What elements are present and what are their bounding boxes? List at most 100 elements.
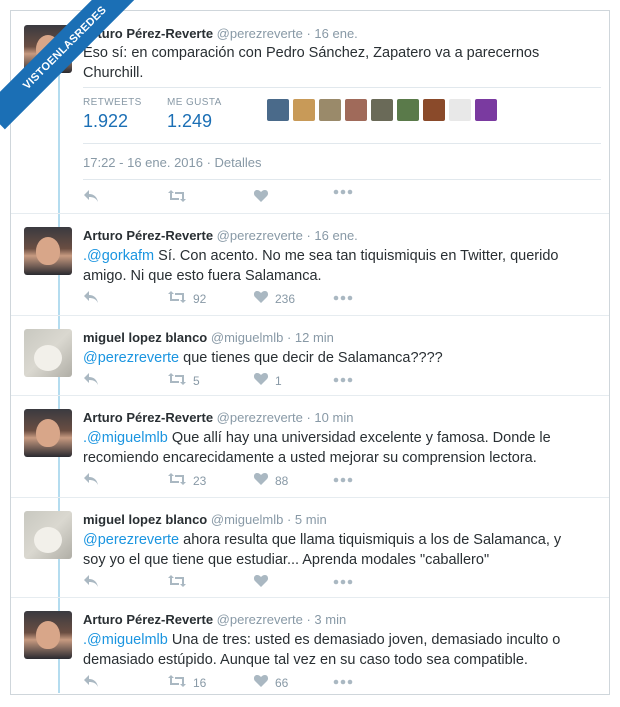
- tweet-text: .@gorkafm Sí. Con acento. No me sea tan …: [83, 246, 583, 286]
- more-button[interactable]: [333, 574, 353, 588]
- tweet-header: miguel lopez blanco @miguelmlb · 12 min: [83, 330, 334, 345]
- reply-button[interactable]: [83, 372, 99, 389]
- divider: [83, 143, 601, 144]
- reply-tweet[interactable]: Arturo Pérez-Reverte @perezreverte · 3 m…: [11, 599, 611, 695]
- tweet-stats: RETWEETS 1.922 ME GUSTA 1.249: [83, 87, 583, 137]
- retweet-icon: [168, 190, 186, 202]
- retweet-button[interactable]: 5: [167, 372, 200, 389]
- tweet-time[interactable]: · 12 min: [287, 330, 334, 345]
- more-icon: [333, 372, 353, 386]
- retweet-button[interactable]: 23: [167, 472, 206, 489]
- like-button[interactable]: 236: [253, 290, 295, 307]
- tweet-text: .@miguelmlb Que allí hay una universidad…: [83, 428, 583, 468]
- retweet-button[interactable]: [167, 574, 193, 591]
- like-button[interactable]: [253, 574, 275, 591]
- mention-link[interactable]: @perezreverte: [83, 532, 179, 548]
- retweet-button[interactable]: [167, 189, 187, 203]
- tweet-separator: [11, 315, 609, 316]
- reply-button[interactable]: [83, 574, 99, 591]
- tweet-header: Arturo Pérez-Reverte @perezreverte · 10 …: [83, 410, 353, 425]
- mention-link[interactable]: .@gorkafm: [83, 248, 154, 264]
- reply-tweet[interactable]: miguel lopez blanco @miguelmlb · 12 min …: [11, 317, 611, 395]
- liker-avatar[interactable]: [267, 99, 289, 121]
- tweet-text: .@miguelmlb Una de tres: usted es demasi…: [83, 630, 583, 670]
- tweet-dateline[interactable]: 17:22 - 16 ene. 2016 · Detalles: [83, 155, 262, 170]
- tweet-time[interactable]: · 16 ene.: [306, 228, 357, 243]
- tweet-time[interactable]: · 5 min: [287, 512, 327, 527]
- heart-icon: [253, 290, 269, 307]
- liker-avatar[interactable]: [475, 99, 497, 121]
- avatar[interactable]: [24, 409, 72, 457]
- more-button[interactable]: [333, 472, 353, 486]
- author-name[interactable]: Arturo Pérez-Reverte: [83, 410, 213, 425]
- reply-button[interactable]: [83, 674, 99, 691]
- tweet-actions: 16 66: [83, 674, 383, 690]
- tweet-header: Arturo Pérez-Reverte @perezreverte · 16 …: [83, 26, 358, 41]
- reply-button[interactable]: [83, 189, 99, 203]
- author-handle[interactable]: @perezreverte: [217, 26, 303, 41]
- reply-icon: [83, 290, 99, 307]
- tweet-actions: 23 88: [83, 472, 383, 488]
- reply-icon: [84, 190, 98, 202]
- reply-tweet[interactable]: Arturo Pérez-Reverte @perezreverte · 16 …: [11, 215, 611, 315]
- reply-tweet[interactable]: Arturo Pérez-Reverte @perezreverte · 10 …: [11, 397, 611, 497]
- heart-icon: [253, 574, 269, 591]
- like-button[interactable]: [253, 189, 269, 203]
- liker-avatar[interactable]: [293, 99, 315, 121]
- tweet-body: Sí. Con acento. No me sea tan tiquismiqu…: [83, 248, 559, 284]
- tweet-time[interactable]: · 16 ene.: [306, 26, 357, 41]
- more-button[interactable]: [333, 674, 353, 688]
- author-name[interactable]: Arturo Pérez-Reverte: [83, 228, 213, 243]
- author-handle[interactable]: @perezreverte: [217, 410, 303, 425]
- author-handle[interactable]: @miguelmlb: [211, 512, 283, 527]
- tweet-time[interactable]: · 3 min: [306, 612, 346, 627]
- author-name[interactable]: miguel lopez blanco: [83, 512, 207, 527]
- retweet-button[interactable]: 92: [167, 290, 206, 307]
- like-count: 66: [275, 675, 289, 690]
- liker-avatar[interactable]: [371, 99, 393, 121]
- liker-avatar[interactable]: [397, 99, 419, 121]
- tweet-header: Arturo Pérez-Reverte @perezreverte · 16 …: [83, 228, 358, 243]
- likes-stat[interactable]: ME GUSTA 1.249: [167, 97, 222, 132]
- avatar[interactable]: [24, 511, 72, 559]
- mention-link[interactable]: .@miguelmlb: [83, 430, 168, 446]
- liker-avatar[interactable]: [319, 99, 341, 121]
- like-button[interactable]: 66: [253, 674, 288, 691]
- reply-button[interactable]: [83, 472, 99, 489]
- author-handle[interactable]: @perezreverte: [217, 228, 303, 243]
- tweet-actions: 92 236: [83, 290, 383, 306]
- retweet-count: 16: [193, 675, 207, 690]
- author-handle[interactable]: @perezreverte: [217, 612, 303, 627]
- liker-avatar[interactable]: [423, 99, 445, 121]
- more-button[interactable]: [333, 189, 353, 195]
- retweet-icon: [167, 574, 187, 591]
- tweet-actions: [83, 189, 383, 205]
- reply-tweet[interactable]: miguel lopez blanco @miguelmlb · 5 min @…: [11, 499, 611, 597]
- tweet-separator: [11, 395, 609, 396]
- author-name[interactable]: miguel lopez blanco: [83, 330, 207, 345]
- tweet-actions: [83, 574, 383, 590]
- conversation-frame: Arturo Pérez-Reverte @perezreverte · 16 …: [0, 0, 611, 695]
- retweet-stat[interactable]: RETWEETS 1.922: [83, 97, 142, 132]
- author-name[interactable]: Arturo Pérez-Reverte: [83, 612, 213, 627]
- avatar[interactable]: [24, 329, 72, 377]
- more-button[interactable]: [333, 372, 353, 386]
- like-button[interactable]: 1: [253, 372, 282, 389]
- tweet-text: Eso sí: en comparación con Pedro Sánchez…: [83, 45, 540, 81]
- retweet-button[interactable]: 16: [167, 674, 206, 691]
- tweet-time[interactable]: · 10 min: [306, 410, 353, 425]
- more-button[interactable]: [333, 290, 353, 304]
- mention-link[interactable]: @perezreverte: [83, 350, 179, 366]
- likes-value: 1.249: [167, 111, 213, 131]
- liker-avatar[interactable]: [449, 99, 471, 121]
- reply-button[interactable]: [83, 290, 99, 307]
- tweet-separator: [11, 213, 609, 214]
- like-button[interactable]: 88: [253, 472, 288, 489]
- avatar[interactable]: [24, 611, 72, 659]
- avatar[interactable]: [24, 227, 72, 275]
- author-handle[interactable]: @miguelmlb: [211, 330, 283, 345]
- retweet-count: 23: [193, 473, 207, 488]
- mention-link[interactable]: .@miguelmlb: [83, 632, 168, 648]
- heart-icon: [253, 674, 269, 691]
- liker-avatar[interactable]: [345, 99, 367, 121]
